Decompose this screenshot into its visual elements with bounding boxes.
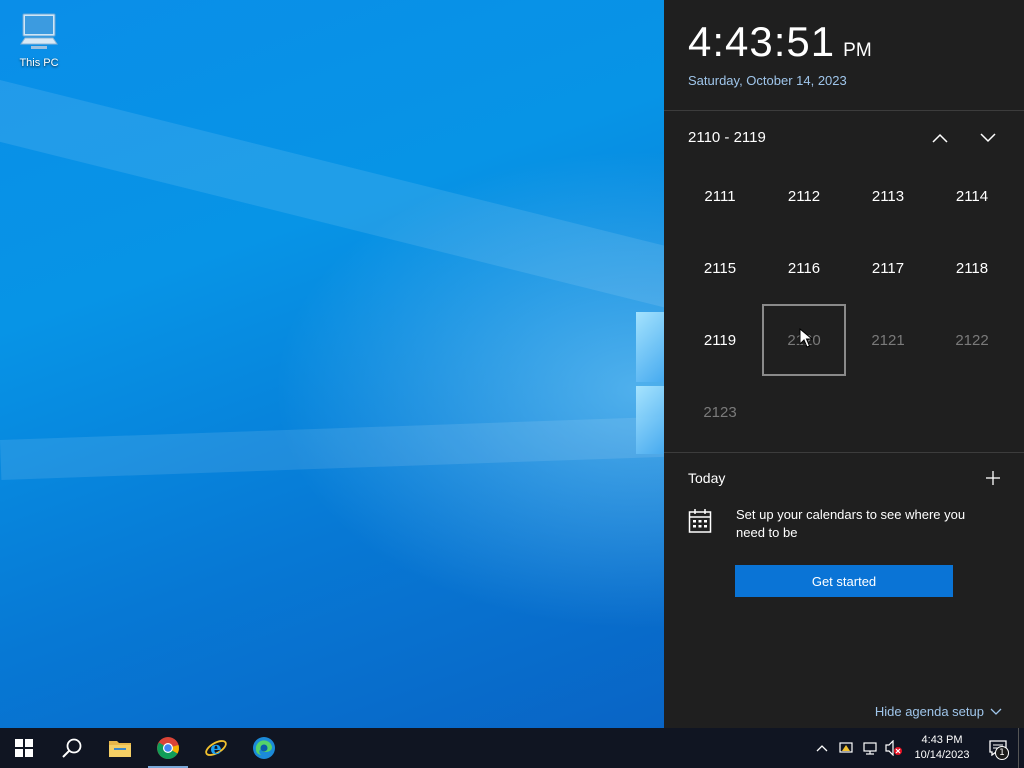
show-hidden-icons-button[interactable] bbox=[810, 728, 834, 768]
chevron-up-icon bbox=[816, 745, 828, 752]
previous-decade-button[interactable] bbox=[928, 125, 952, 151]
year-cell[interactable]: 2121 bbox=[846, 304, 930, 376]
hide-agenda-label: Hide agenda setup bbox=[874, 704, 984, 719]
network-button[interactable] bbox=[858, 728, 882, 768]
volume-button[interactable] bbox=[882, 728, 906, 768]
system-tray: 4:43 PM 10/14/2023 1 bbox=[810, 728, 1024, 768]
computer-icon bbox=[20, 13, 58, 49]
file-explorer-button[interactable] bbox=[96, 728, 144, 768]
internet-explorer-button[interactable]: e bbox=[192, 728, 240, 768]
light-beam bbox=[0, 80, 699, 313]
divider bbox=[664, 452, 1024, 453]
plus-icon bbox=[986, 471, 1000, 485]
windows-logo-pane bbox=[636, 386, 664, 454]
edge-button[interactable] bbox=[240, 728, 288, 768]
desktop-icon-this-pc[interactable]: This PC bbox=[12, 10, 66, 69]
get-started-button[interactable]: Get started bbox=[735, 565, 953, 597]
search-icon bbox=[62, 738, 82, 758]
volume-muted-icon bbox=[885, 740, 902, 756]
show-desktop-button[interactable] bbox=[1018, 728, 1024, 768]
add-event-button[interactable] bbox=[982, 467, 1004, 489]
calendar-icon bbox=[688, 508, 712, 538]
year-cell[interactable]: 2118 bbox=[930, 232, 1014, 304]
device-warning-icon bbox=[839, 742, 853, 753]
taskbar: e 4:43 PM 10/14/2023 1 bbox=[0, 728, 1024, 768]
taskbar-time: 4:43 PM bbox=[921, 734, 963, 746]
agenda-today-label: Today bbox=[688, 470, 726, 486]
clock-ampm: PM bbox=[843, 40, 872, 61]
year-cell[interactable]: 2122 bbox=[930, 304, 1014, 376]
chevron-down-icon bbox=[980, 133, 996, 143]
clock-date-link[interactable]: Saturday, October 14, 2023 bbox=[688, 73, 847, 88]
calendar-flyout: 4:43:51 PM Saturday, October 14, 2023 21… bbox=[664, 0, 1024, 728]
folder-icon bbox=[109, 741, 131, 757]
taskbar-clock[interactable]: 4:43 PM 10/14/2023 bbox=[906, 733, 978, 763]
year-cell[interactable]: 2119 bbox=[678, 304, 762, 376]
clock-time: 4:43:51 bbox=[688, 18, 836, 65]
clock-display: 4:43:51 PM bbox=[688, 18, 872, 66]
tray-device-icon-button[interactable] bbox=[834, 728, 858, 768]
ie-icon: e bbox=[205, 738, 227, 759]
year-cell[interactable]: 2112 bbox=[762, 160, 846, 232]
windows-logo-pane bbox=[636, 312, 664, 382]
edge-icon bbox=[253, 737, 275, 759]
action-center-button[interactable]: 1 bbox=[978, 728, 1018, 768]
notification-count-badge: 1 bbox=[995, 746, 1009, 760]
mouse-cursor-icon bbox=[799, 328, 813, 348]
chrome-button[interactable] bbox=[144, 728, 192, 768]
windows-logo-icon bbox=[15, 739, 33, 757]
network-icon bbox=[863, 742, 877, 755]
chevron-up-icon bbox=[932, 133, 948, 143]
start-button[interactable] bbox=[0, 728, 48, 768]
year-cell[interactable]: 2114 bbox=[930, 160, 1014, 232]
next-decade-button[interactable] bbox=[976, 125, 1000, 151]
year-grid: 2111211221132114211521162117211821192120… bbox=[678, 160, 1014, 448]
light-beam bbox=[0, 414, 721, 480]
year-cell[interactable]: 2115 bbox=[678, 232, 762, 304]
year-cell[interactable]: 2116 bbox=[762, 232, 846, 304]
year-cell[interactable]: 2113 bbox=[846, 160, 930, 232]
chevron-down-icon bbox=[990, 708, 1002, 715]
decade-range-header[interactable]: 2110 - 2119 bbox=[688, 129, 766, 146]
chrome-icon bbox=[157, 737, 179, 759]
year-cell[interactable]: 2123 bbox=[678, 376, 762, 448]
taskbar-date: 10/14/2023 bbox=[914, 749, 970, 761]
hide-agenda-setup-link[interactable]: Hide agenda setup bbox=[875, 704, 1002, 719]
agenda-setup-text: Set up your calendars to see where you n… bbox=[736, 507, 966, 540]
year-cell[interactable]: 2117 bbox=[846, 232, 930, 304]
svg-text:e: e bbox=[210, 738, 221, 759]
divider bbox=[664, 110, 1024, 111]
search-button[interactable] bbox=[48, 728, 96, 768]
year-cell[interactable]: 2111 bbox=[678, 160, 762, 232]
desktop-icon-label: This PC bbox=[19, 57, 59, 69]
